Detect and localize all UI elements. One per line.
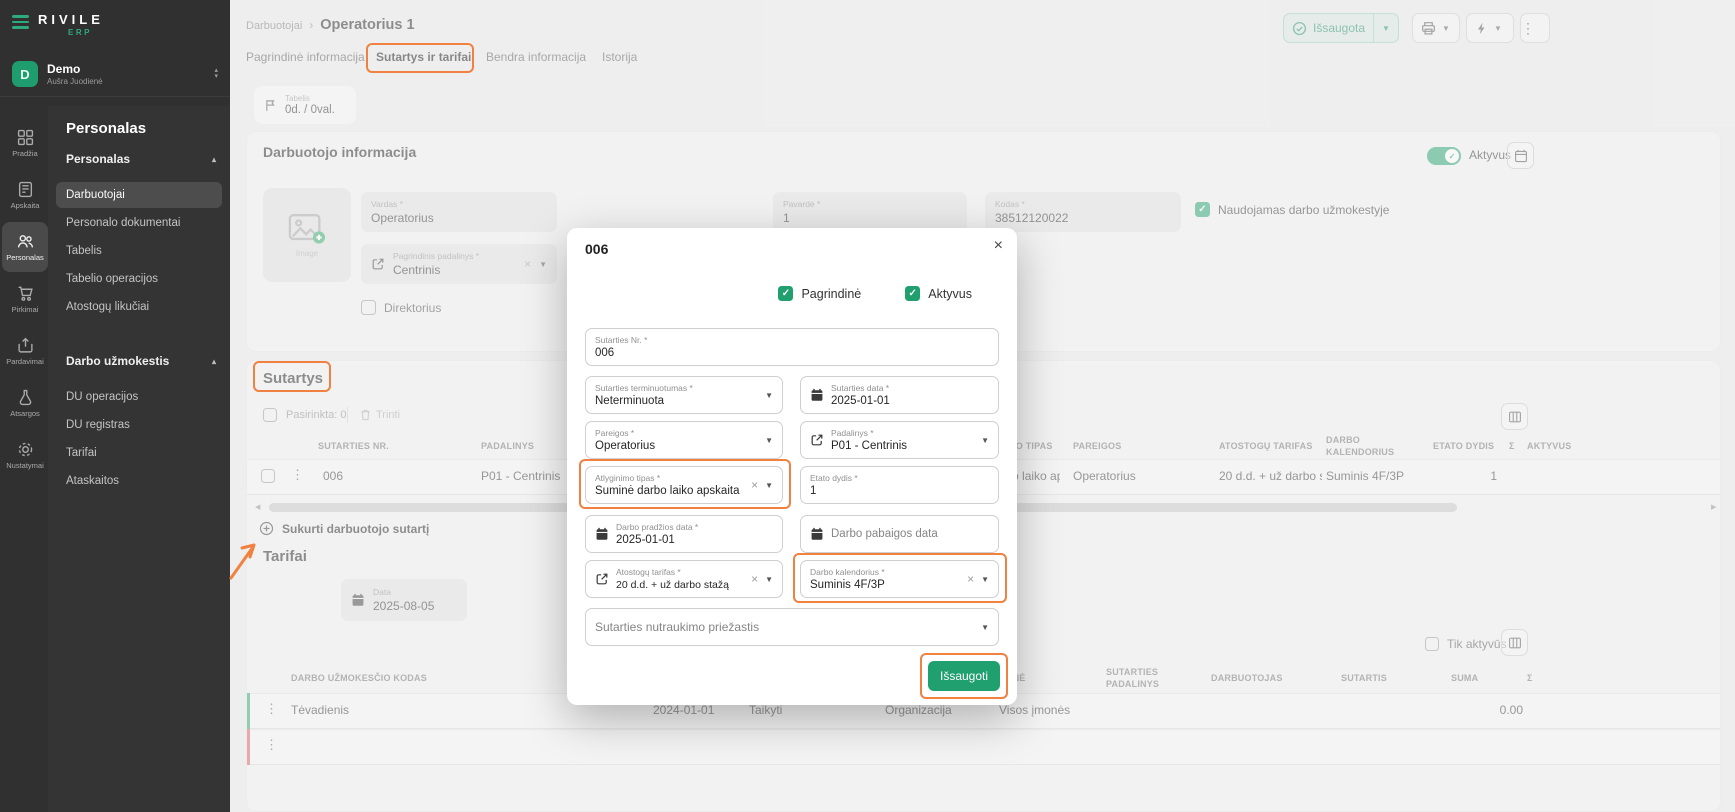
clear-icon[interactable]: × xyxy=(967,572,974,586)
rail-item-nustatymai[interactable]: Nustatymai xyxy=(2,430,48,480)
sidebar-item-tabelis[interactable]: Tabelis xyxy=(56,238,222,264)
user-switcher[interactable]: D Demo Aušra Juodienė ▴▾ xyxy=(0,52,230,97)
darbo-kalendorius-select[interactable]: Darbo kalendorius * Suminis 4F/3P × ▼ xyxy=(800,560,999,598)
rail-item-pirkimai[interactable]: Pirkimai xyxy=(2,274,48,324)
sidebar: RIVILE ERP D Demo Aušra Juodienė ▴▾ Prad… xyxy=(0,0,230,812)
gear-icon xyxy=(17,441,34,458)
logo-row: RIVILE ERP xyxy=(12,12,104,37)
etato-dydis-field[interactable]: Etato dydis * 1 xyxy=(800,466,999,504)
nav-title: Personalas xyxy=(66,120,146,137)
rail-item-pardavimai[interactable]: Pardavimai xyxy=(2,326,48,376)
sidebar-item-tabelio-operacijos[interactable]: Tabelio operacijos xyxy=(56,266,222,292)
darbo-pradzios-data-field[interactable]: Darbo pradžios data * 2025-01-01 xyxy=(585,515,783,553)
close-icon[interactable]: × xyxy=(994,237,1003,255)
sidebar-item-du-registras[interactable]: DU registras xyxy=(56,412,222,438)
chevron-down-icon[interactable]: ▼ xyxy=(765,436,773,445)
pagrindine-label: Pagrindinė xyxy=(801,287,861,301)
brand: RIVILE ERP xyxy=(38,12,104,37)
chevron-down-icon[interactable]: ▼ xyxy=(981,436,989,445)
user-name: Demo xyxy=(47,62,103,76)
aktyvus-checkbox[interactable] xyxy=(905,286,920,301)
rail-item-personalas[interactable]: Personalas xyxy=(2,222,48,272)
nutraukimo-priezastis-select[interactable]: Sutarties nutraukimo priežastis ▼ xyxy=(585,608,999,646)
nav-section-personalas[interactable]: Personalas ▴ xyxy=(66,152,216,166)
chevron-down-icon[interactable]: ▼ xyxy=(765,575,773,584)
user-subtitle: Aušra Juodienė xyxy=(47,77,103,86)
sidebar-item-ataskaitos[interactable]: Ataskaitos xyxy=(56,468,222,494)
sutarties-data-field[interactable]: Sutarties data * 2025-01-01 xyxy=(800,376,999,414)
external-link-icon xyxy=(595,572,609,586)
flask-icon xyxy=(17,389,34,406)
terminuotumas-select[interactable]: Sutarties terminuotumas * Neterminuota ▼ xyxy=(585,376,783,414)
external-link-icon xyxy=(810,433,824,447)
modal-checkbox-row: Pagrindinė Aktyvus xyxy=(567,286,972,301)
clear-icon[interactable]: × xyxy=(751,478,758,492)
app-window: RIVILE ERP D Demo Aušra Juodienė ▴▾ Prad… xyxy=(0,0,1735,812)
calendar-icon xyxy=(810,527,824,541)
modal-title: 006 xyxy=(585,241,608,257)
sidebar-item-du-operacijos[interactable]: DU operacijos xyxy=(56,384,222,410)
avatar: D xyxy=(12,61,38,87)
unfold-icon: ▴▾ xyxy=(214,68,218,80)
nav-section-darbo-uzmokestis[interactable]: Darbo užmokestis ▴ xyxy=(66,354,216,368)
aktyvus-checkbox-row[interactable]: Aktyvus xyxy=(905,286,972,301)
sidebar-item-darbuotojai[interactable]: Darbuotojai xyxy=(56,182,222,208)
sidebar-item-personalo-dokumentai[interactable]: Personalo dokumentai xyxy=(56,210,222,236)
chevron-down-icon[interactable]: ▼ xyxy=(765,481,773,490)
chevron-up-icon: ▴ xyxy=(212,357,216,366)
calendar-icon xyxy=(595,527,609,541)
calendar-icon xyxy=(810,388,824,402)
user-meta: Demo Aušra Juodienė xyxy=(47,62,103,86)
darbo-pabaigos-data-field[interactable]: Darbo pabaigos data xyxy=(800,515,999,553)
nav-panel: Personalas Personalas ▴ Darbuotojai Pers… xyxy=(48,106,230,812)
pareigos-select[interactable]: Pareigos * Operatorius ▼ xyxy=(585,421,783,459)
pagrindine-checkbox-row[interactable]: Pagrindinė xyxy=(778,286,861,301)
padalinys-select[interactable]: Padalinys * P01 - Centrinis ▼ xyxy=(800,421,999,459)
cart-icon xyxy=(17,285,34,302)
chevron-down-icon[interactable]: ▼ xyxy=(981,575,989,584)
rail-item-pradzia[interactable]: Pradžia xyxy=(2,118,48,168)
box-out-icon xyxy=(17,337,34,354)
atostogu-tarifas-select[interactable]: Atostogų tarifas * 20 d.d. + už darbo st… xyxy=(585,560,783,598)
sidebar-item-tarifai[interactable]: Tarifai xyxy=(56,440,222,466)
brand-sub: ERP xyxy=(68,28,104,37)
clear-icon[interactable]: × xyxy=(751,572,758,586)
save-button[interactable]: Išsaugoti xyxy=(928,661,1000,691)
ledger-icon xyxy=(17,181,34,198)
sidebar-item-atostogu-likuciai[interactable]: Atostogų likučiai xyxy=(56,294,222,320)
rail-item-atsargos[interactable]: Atsargos xyxy=(2,378,48,428)
rail-item-apskaita[interactable]: Apskaita xyxy=(2,170,48,220)
chevron-down-icon[interactable]: ▼ xyxy=(765,391,773,400)
chevron-down-icon[interactable]: ▼ xyxy=(981,623,989,632)
grid-icon xyxy=(17,129,34,146)
aktyvus-label: Aktyvus xyxy=(928,287,972,301)
contract-modal: 006 × Pagrindinė Aktyvus Sutarties Nr. *… xyxy=(567,228,1017,705)
atlyginimo-tipas-select[interactable]: Atlyginimo tipas * Suminė darbo laiko ap… xyxy=(585,466,783,504)
menu-icon[interactable] xyxy=(12,12,29,32)
sutarties-nr-field[interactable]: Sutarties Nr. * 006 xyxy=(585,328,999,366)
pagrindine-checkbox[interactable] xyxy=(778,286,793,301)
people-icon xyxy=(17,233,34,250)
chevron-up-icon: ▴ xyxy=(212,155,216,164)
brand-logo: RIVILE xyxy=(38,12,104,27)
